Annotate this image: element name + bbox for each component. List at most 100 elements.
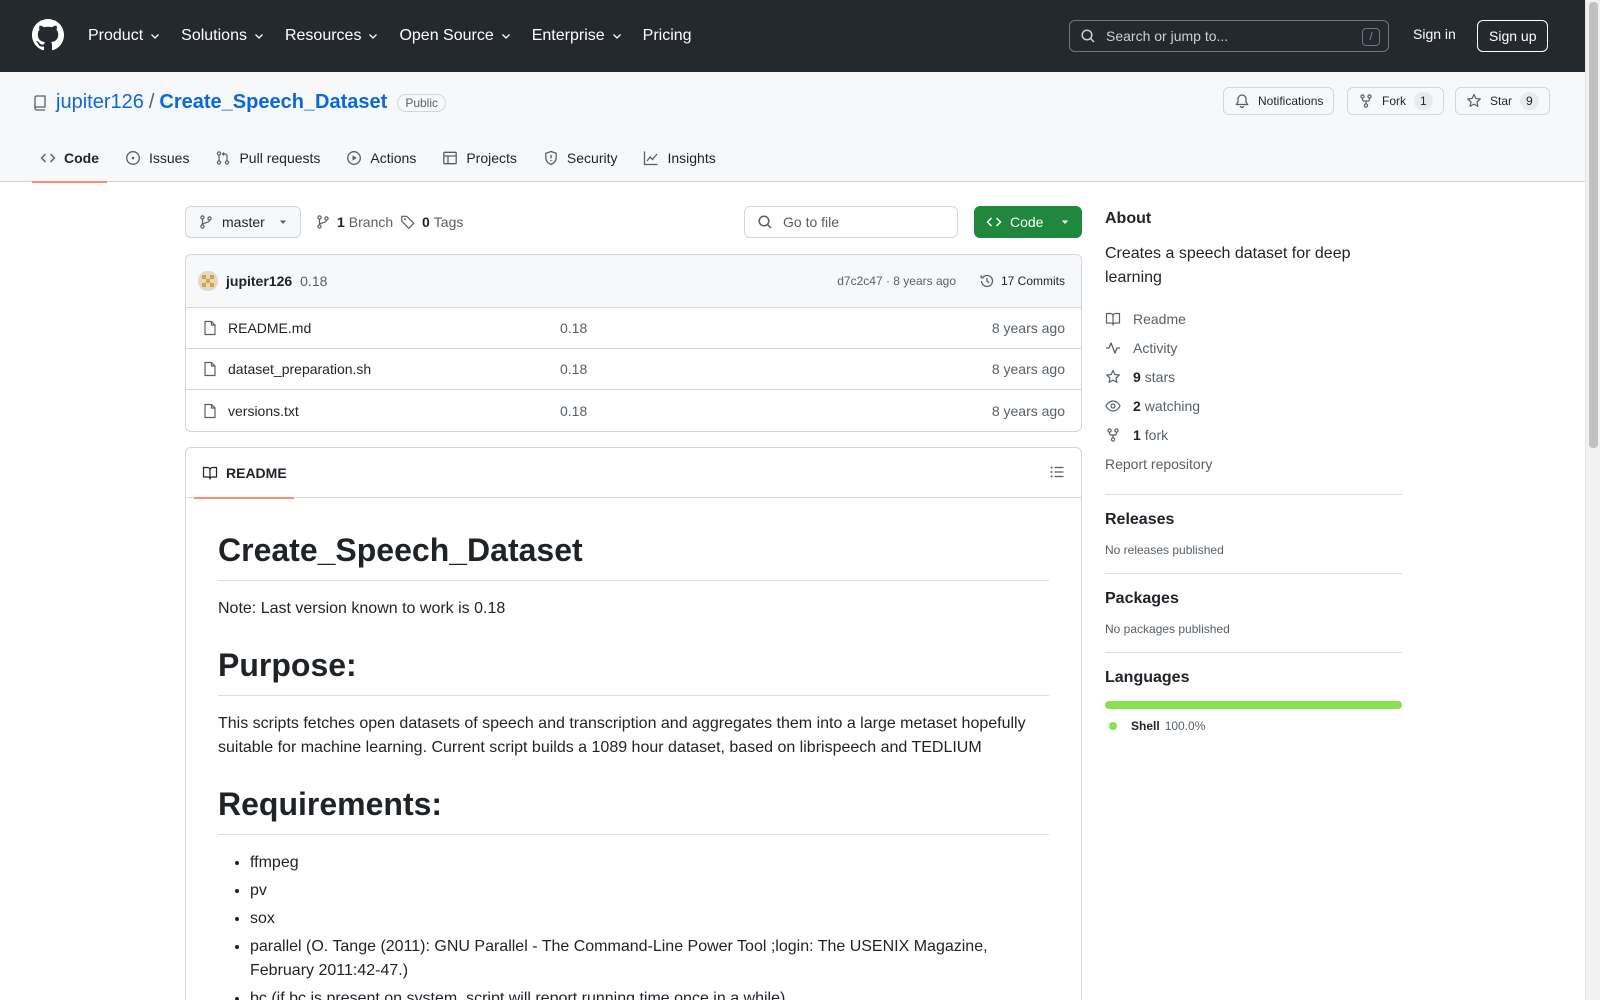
file-commit-date: 8 years ago <box>991 361 1065 377</box>
fork-label: Fork <box>1382 94 1406 108</box>
identicon-icon <box>202 275 214 287</box>
readme-tab[interactable]: README <box>194 448 294 499</box>
commits-history-link[interactable]: 17 Commits <box>979 273 1065 289</box>
caret-down-icon <box>1062 220 1068 224</box>
branch-label: Branch <box>348 214 394 230</box>
file-row[interactable]: README.md 0.18 8 years ago <box>186 308 1081 349</box>
tab-issues[interactable]: Issues <box>117 134 197 182</box>
repo-owner-link[interactable]: jupiter126 <box>56 91 144 114</box>
activity-link[interactable]: Activity <box>1105 333 1402 362</box>
file-browser: jupiter126 0.18 d7c2c47 · 8 years ago 17… <box>185 254 1082 432</box>
watching-count: 2 <box>1133 397 1141 414</box>
commit-message[interactable]: 0.18 <box>300 273 327 289</box>
file-row[interactable]: versions.txt 0.18 8 years ago <box>186 390 1081 431</box>
language-item[interactable]: Shell 100.0% <box>1105 719 1402 733</box>
avatar[interactable] <box>198 271 218 291</box>
file-icon <box>204 320 216 336</box>
readme-panel: README Create_Speech_Dataset Note: Last … <box>185 447 1082 1000</box>
tag-label: Tags <box>433 214 464 230</box>
fork-button[interactable]: Fork 1 <box>1347 87 1444 115</box>
search-icon <box>758 215 772 229</box>
sign-in-link[interactable]: Sign in <box>1413 26 1456 42</box>
report-repository-label: Report repository <box>1105 455 1213 472</box>
chevron-down-icon <box>255 34 263 39</box>
nav-open-source[interactable]: Open Source <box>399 27 511 45</box>
file-name[interactable]: dataset_preparation.sh <box>228 361 371 377</box>
repo-sidebar: About Creates a speech dataset for deep … <box>1105 210 1402 733</box>
divider <box>1105 573 1402 574</box>
scrollbar-thumb[interactable] <box>1589 2 1598 448</box>
file-commit-message[interactable]: 0.18 <box>560 320 587 336</box>
tab-label: Projects <box>466 150 517 166</box>
pulse-icon <box>1106 341 1120 354</box>
caret-down-icon <box>280 220 286 224</box>
tab-actions[interactable]: Actions <box>338 134 424 182</box>
list-unordered-icon[interactable] <box>1049 464 1065 480</box>
commit-author[interactable]: jupiter126 <box>226 273 292 289</box>
search-input[interactable]: Search or jump to... / <box>1069 20 1389 52</box>
history-icon <box>980 274 994 288</box>
nav-label: Resources <box>284 27 362 44</box>
table-icon <box>443 151 458 165</box>
code-dropdown-button[interactable]: Code <box>974 206 1082 238</box>
search-placeholder: Search or jump to... <box>1106 28 1229 44</box>
branch-select-button[interactable]: master <box>185 206 301 238</box>
star-icon <box>1106 369 1120 383</box>
nav-solutions[interactable]: Solutions <box>181 27 265 45</box>
readme-header: README <box>186 448 1081 499</box>
github-logo-icon[interactable] <box>32 19 64 51</box>
nav-label: Pricing <box>642 27 692 44</box>
file-commit-date: 8 years ago <box>991 402 1065 419</box>
sign-up-button[interactable]: Sign up <box>1477 20 1549 52</box>
branches-link[interactable]: 1 Branch <box>315 206 393 238</box>
report-repository-link[interactable]: Report repository <box>1105 449 1402 478</box>
stars-link[interactable]: 9 stars <box>1105 362 1402 391</box>
notifications-button[interactable]: Notifications <box>1223 87 1335 115</box>
releases-heading[interactable]: Releases <box>1105 511 1402 529</box>
star-icon <box>1467 93 1481 107</box>
tab-projects[interactable]: Projects <box>434 134 525 182</box>
tag-icon <box>401 215 415 229</box>
file-row[interactable]: dataset_preparation.sh 0.18 8 years ago <box>186 349 1081 390</box>
list-item: bc (if bc is present on system, script w… <box>250 987 1049 1000</box>
nav-pricing[interactable]: Pricing <box>643 27 692 45</box>
readme-heading-purpose: Purpose: <box>218 645 1049 696</box>
book-icon <box>202 466 218 480</box>
search-shortcut-key: / <box>1362 28 1380 46</box>
tab-security[interactable]: Security <box>535 134 626 182</box>
repo-name-link[interactable]: Create_Speech_Dataset <box>159 91 387 114</box>
watchers-link[interactable]: 2 watching <box>1105 391 1402 420</box>
file-name[interactable]: versions.txt <box>228 403 299 419</box>
chevron-down-icon <box>501 34 510 39</box>
stars-count: 9 <box>1133 368 1141 385</box>
nav-enterprise[interactable]: Enterprise <box>532 27 623 45</box>
tab-label: Security <box>566 150 618 166</box>
commit-sha[interactable]: d7c2c47 · 8 years ago <box>837 274 956 288</box>
forks-link[interactable]: 1 fork <box>1105 420 1402 449</box>
releases-empty: No releases published <box>1105 543 1224 557</box>
nav-product[interactable]: Product <box>88 27 161 45</box>
branch-count: 1 <box>337 214 345 230</box>
tags-link[interactable]: 0 Tags <box>400 206 463 238</box>
repo-tabs: Code Issues Pull requests Actions Projec… <box>32 134 734 183</box>
graph-icon <box>644 151 658 166</box>
page-scrollbar[interactable] <box>1585 0 1600 1000</box>
nav-resources[interactable]: Resources <box>285 27 379 45</box>
list-item: pv <box>250 879 1049 903</box>
repo-title: jupiter126 / Create_Speech_Dataset Publi… <box>32 91 446 114</box>
star-button[interactable]: Star 9 <box>1455 87 1550 115</box>
file-name[interactable]: README.md <box>228 320 311 336</box>
file-commit-message[interactable]: 0.18 <box>560 361 587 377</box>
visibility-badge: Public <box>397 93 446 112</box>
tab-insights[interactable]: Insights <box>635 134 723 182</box>
readme-link[interactable]: Readme <box>1105 304 1402 333</box>
chevron-down-icon <box>151 34 160 39</box>
tab-code[interactable]: Code <box>32 134 107 183</box>
tab-pull-requests[interactable]: Pull requests <box>207 134 328 182</box>
latest-commit-bar: jupiter126 0.18 d7c2c47 · 8 years ago 17… <box>186 255 1081 308</box>
go-to-file-input[interactable]: Go to file <box>744 206 958 238</box>
packages-heading[interactable]: Packages <box>1105 590 1402 608</box>
file-commit-message[interactable]: 0.18 <box>560 403 587 419</box>
fork-count: 1 <box>1414 92 1433 110</box>
eye-icon <box>1105 399 1121 412</box>
